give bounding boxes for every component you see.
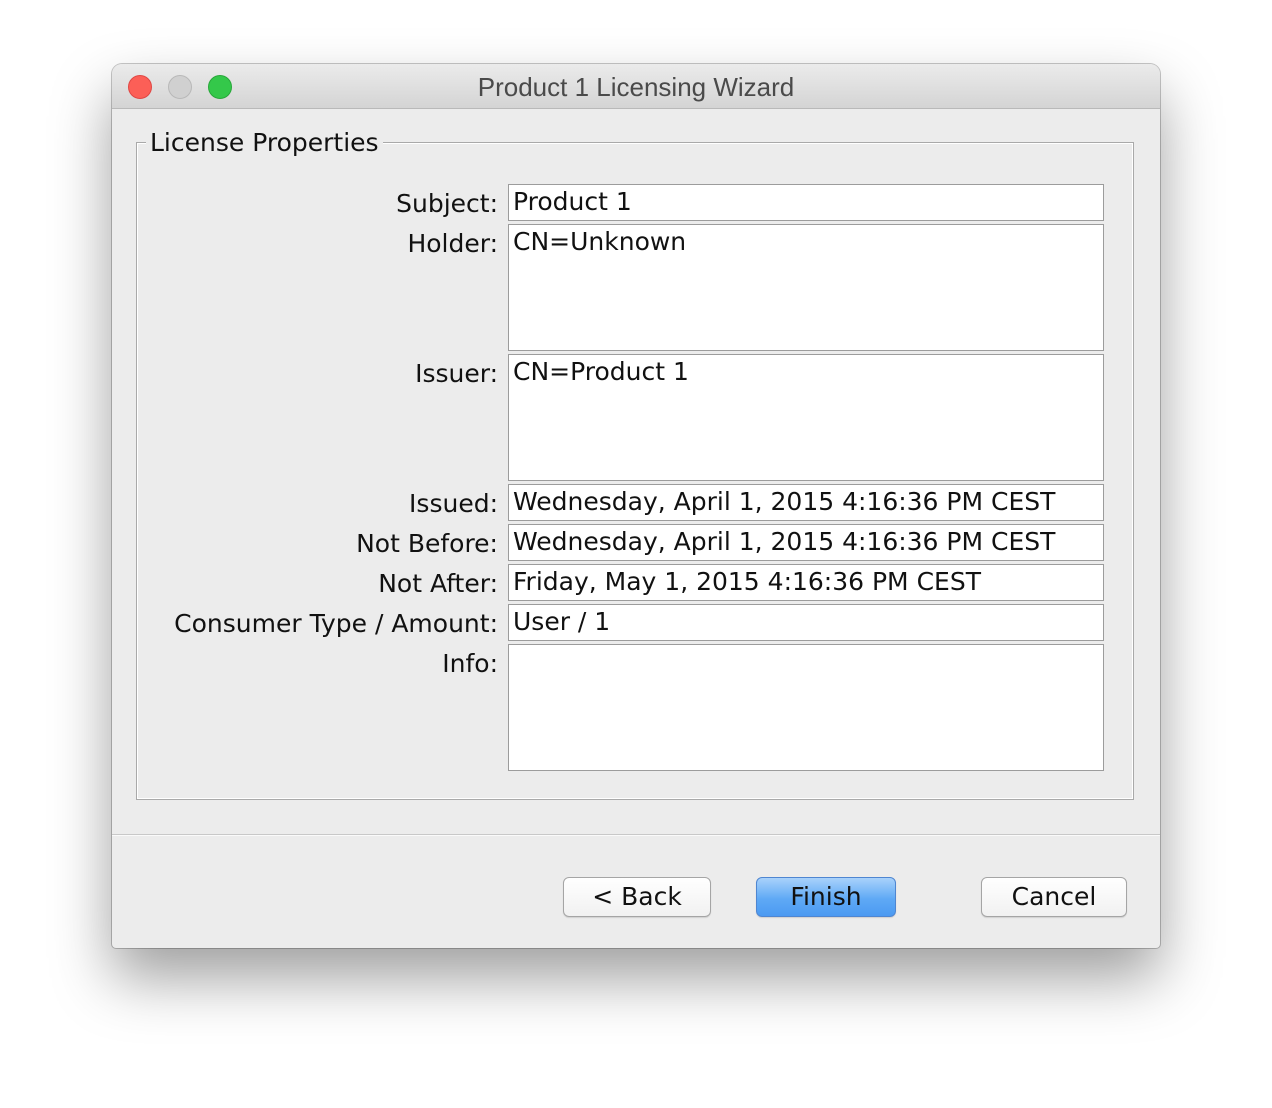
not-after-field[interactable]: Friday, May 1, 2015 4:16:36 PM CEST: [508, 564, 1104, 601]
issued-field[interactable]: Wednesday, April 1, 2015 4:16:36 PM CEST: [508, 484, 1104, 521]
licensing-wizard-window: Product 1 Licensing Wizard License Prope…: [112, 64, 1160, 948]
issued-label: Issued:: [409, 489, 498, 518]
info-field[interactable]: [508, 644, 1104, 771]
button-separator: [112, 834, 1160, 836]
subject-field[interactable]: Product 1: [508, 184, 1104, 221]
finish-button[interactable]: Finish: [756, 877, 896, 917]
issuer-label: Issuer:: [415, 359, 498, 388]
not-after-label: Not After:: [378, 569, 498, 598]
issuer-field[interactable]: CN=Product 1: [508, 354, 1104, 481]
window-title: Product 1 Licensing Wizard: [477, 72, 795, 102]
title-bar[interactable]: Product 1 Licensing Wizard: [112, 64, 1160, 109]
cancel-button[interactable]: Cancel: [981, 877, 1127, 917]
not-before-label: Not Before:: [356, 529, 498, 558]
license-properties-title: License Properties: [146, 128, 383, 158]
info-label: Info:: [442, 649, 498, 678]
holder-field[interactable]: CN=Unknown: [508, 224, 1104, 351]
holder-label: Holder:: [407, 229, 498, 258]
back-button[interactable]: < Back: [563, 877, 711, 917]
consumer-type-amount-label: Consumer Type / Amount:: [174, 609, 498, 638]
consumer-type-amount-field[interactable]: User / 1: [508, 604, 1104, 641]
subject-label: Subject:: [396, 189, 498, 218]
not-before-field[interactable]: Wednesday, April 1, 2015 4:16:36 PM CEST: [508, 524, 1104, 561]
